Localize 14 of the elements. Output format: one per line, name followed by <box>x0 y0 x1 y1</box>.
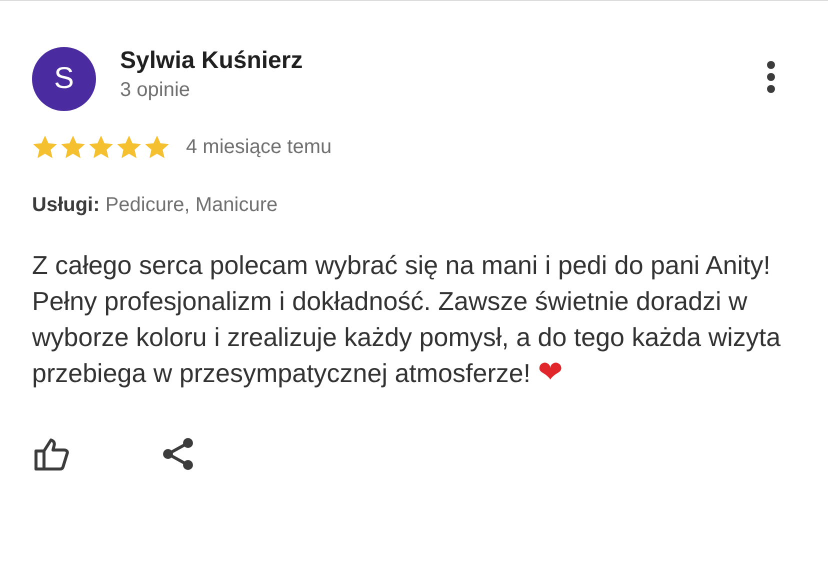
review-text: Z całego serca polecam wybrać się na mani i pedi do pani Anity! Pełny profesjonalizm i dokładność. Zawsze świetnie doradzi w wyborze koloru i zrealizuje każdy pomysł, a do tego każda wizyta przebiega w przesympatycznej atmosferze! ❤ <box>32 249 782 391</box>
star-icon <box>32 135 58 160</box>
star-icon <box>60 135 86 160</box>
share-icon[interactable] <box>162 437 194 471</box>
services-line: Usługi: Pedicure, Manicure <box>32 194 279 217</box>
avatar: S <box>32 47 96 111</box>
review-date: 4 miesiące temu <box>186 136 332 159</box>
thumbs-up-icon[interactable] <box>34 437 70 471</box>
more-options-icon[interactable] <box>766 61 776 93</box>
star-icon <box>88 135 114 160</box>
review-count: 3 opinie <box>120 78 192 102</box>
star-icon <box>116 135 142 160</box>
author-name[interactable]: Sylwia Kuśnierz <box>120 46 766 74</box>
star-icon <box>144 135 170 160</box>
